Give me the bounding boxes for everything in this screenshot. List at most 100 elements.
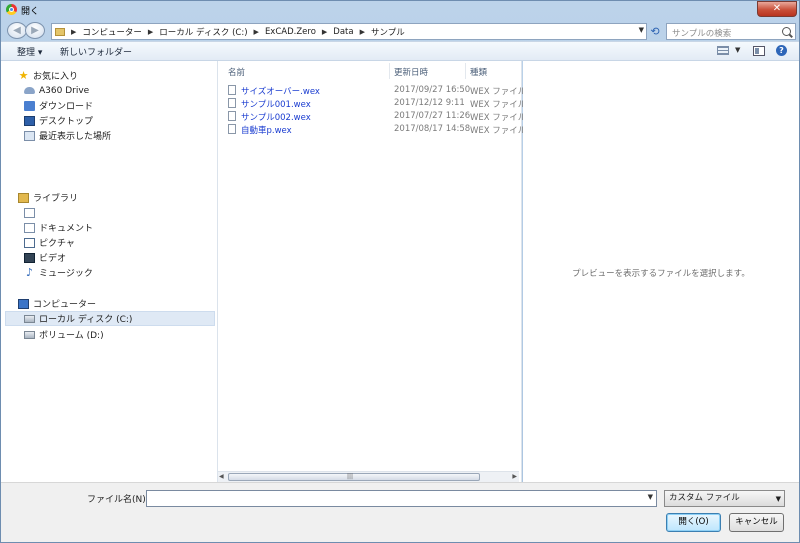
scroll-left-icon[interactable]: ◀ bbox=[219, 473, 224, 480]
refresh-button[interactable]: ⟲ bbox=[648, 23, 662, 40]
recent-places-icon bbox=[24, 130, 35, 141]
new-folder-button[interactable]: 新しいフォルダー bbox=[60, 45, 132, 58]
preview-pane: プレビューを表示するファイルを選択します。 bbox=[523, 61, 799, 482]
chevron-right-icon[interactable]: ▶ bbox=[254, 28, 259, 36]
file-type: WEX ファイル bbox=[470, 126, 527, 136]
sidebar-item-a360-drive[interactable]: A360 Drive bbox=[24, 84, 89, 97]
drive-icon bbox=[24, 330, 35, 339]
search-placeholder: サンプルの検索 bbox=[672, 29, 732, 39]
sidebar-item-volume-d[interactable]: ボリューム (D:) bbox=[24, 328, 104, 341]
file-row[interactable]: サイズオーバー.wex 2017/09/27 16:50 WEX ファイル bbox=[228, 84, 528, 97]
column-divider[interactable] bbox=[465, 63, 466, 79]
sidebar-item-pictures[interactable]: ピクチャ bbox=[24, 236, 75, 249]
sidebar-item-desktop[interactable]: デスクトップ bbox=[24, 114, 93, 127]
view-options-icon[interactable] bbox=[717, 46, 729, 55]
file-icon bbox=[228, 111, 236, 121]
column-header-type[interactable]: 種類 bbox=[470, 66, 487, 78]
horizontal-scrollbar[interactable]: ◀ ||| ▶ bbox=[218, 471, 519, 482]
file-type-value: カスタム ファイル bbox=[669, 493, 740, 503]
libraries-header[interactable]: ライブラリ bbox=[18, 191, 78, 204]
file-name: サンプル001.wex bbox=[241, 100, 311, 110]
sidebar-item-label: ピクチャ bbox=[39, 239, 75, 249]
file-type: WEX ファイル bbox=[470, 100, 527, 110]
computer-label: コンピューター bbox=[33, 300, 97, 310]
column-divider[interactable] bbox=[389, 63, 390, 79]
chevron-right-icon[interactable]: ▶ bbox=[322, 28, 327, 36]
chevron-down-icon[interactable]: ▼ bbox=[735, 46, 740, 54]
help-icon[interactable]: ? bbox=[776, 45, 787, 56]
open-button[interactable]: 開く(O) bbox=[666, 513, 721, 532]
sidebar-item-videos[interactable]: ビデオ bbox=[24, 251, 66, 264]
forward-button[interactable]: ▶ bbox=[25, 22, 45, 39]
breadcrumb-item[interactable]: コンピューター bbox=[82, 26, 142, 38]
picture-icon bbox=[24, 237, 35, 248]
organize-button[interactable]: 整理 ▾ bbox=[17, 45, 42, 58]
chevron-right-icon[interactable]: ▶ bbox=[148, 28, 153, 36]
close-button[interactable]: ✕ bbox=[757, 1, 797, 17]
chevron-down-icon[interactable]: ▼ bbox=[648, 493, 653, 501]
command-toolbar: 整理 ▾ 新しいフォルダー ▼ ? bbox=[1, 41, 799, 61]
sidebar-item-downloads[interactable]: ダウンロード bbox=[24, 99, 93, 112]
forward-arrow-icon: ▶ bbox=[31, 25, 39, 36]
file-name: サイズオーバー.wex bbox=[241, 87, 320, 97]
library-icon bbox=[18, 192, 29, 203]
favorites-label: お気に入り bbox=[33, 72, 79, 82]
sidebar-item-label: 最近表示した場所 bbox=[39, 132, 112, 142]
scrollbar-thumb[interactable]: ||| bbox=[228, 473, 480, 481]
file-type: WEX ファイル bbox=[470, 87, 527, 97]
app-icon bbox=[6, 4, 17, 15]
sidebar-item-label: デスクトップ bbox=[39, 117, 94, 127]
preview-pane-icon[interactable] bbox=[753, 46, 765, 56]
file-date: 2017/08/17 14:58 bbox=[394, 124, 471, 134]
filename-label: ファイル名(N): bbox=[87, 495, 149, 505]
navigation-pane: ★ お気に入り A360 Drive ダウンロード デスクトップ 最近表示した場… bbox=[1, 61, 218, 482]
file-type: WEX ファイル bbox=[470, 113, 527, 123]
sidebar-item-recent-places[interactable]: 最近表示した場所 bbox=[24, 129, 111, 142]
chevron-down-icon: ▼ bbox=[775, 495, 781, 503]
back-button[interactable]: ◀ bbox=[7, 22, 27, 39]
sidebar-item-label: ドキュメント bbox=[39, 224, 94, 234]
file-icon bbox=[228, 98, 236, 108]
sidebar-item-local-disk-c[interactable]: ローカル ディスク (C:) bbox=[24, 312, 132, 325]
music-icon: ♪ bbox=[25, 265, 34, 279]
chevron-right-icon[interactable]: ▶ bbox=[360, 28, 365, 36]
address-bar[interactable]: ▶ コンピューター ▶ ローカル ディスク (C:) ▶ ExCAD.Zero … bbox=[51, 23, 647, 40]
file-name: サンプル002.wex bbox=[241, 113, 311, 123]
breadcrumb-item[interactable]: ローカル ディスク (C:) bbox=[159, 26, 247, 38]
sidebar-item-music[interactable]: ♪ ミュージック bbox=[24, 265, 93, 280]
favorites-header[interactable]: ★ お気に入り bbox=[18, 69, 79, 83]
sidebar-item-label: A360 Drive bbox=[39, 85, 90, 96]
file-row[interactable]: 自動車p.wex 2017/08/17 14:58 WEX ファイル bbox=[228, 123, 528, 136]
computer-header[interactable]: コンピューター bbox=[18, 297, 96, 310]
column-header-name[interactable]: 名前 bbox=[228, 66, 245, 78]
refresh-icon: ⟲ bbox=[650, 25, 660, 38]
video-icon bbox=[24, 252, 35, 263]
file-icon bbox=[228, 124, 236, 134]
file-name: 自動車p.wex bbox=[241, 126, 292, 136]
chevron-right-icon[interactable]: ▶ bbox=[71, 28, 76, 36]
document-icon bbox=[24, 207, 35, 218]
sidebar-item-documents[interactable]: ドキュメント bbox=[24, 221, 93, 234]
file-row[interactable]: サンプル001.wex 2017/12/12 9:11 WEX ファイル bbox=[228, 97, 528, 110]
breadcrumb-item[interactable]: サンプル bbox=[371, 26, 405, 38]
download-icon bbox=[24, 100, 35, 111]
column-header-date[interactable]: 更新日時 bbox=[394, 66, 428, 78]
document-icon bbox=[24, 222, 35, 233]
scroll-right-icon[interactable]: ▶ bbox=[512, 473, 517, 480]
cancel-button[interactable]: キャンセル bbox=[729, 513, 784, 532]
file-date: 2017/09/27 16:50 bbox=[394, 85, 471, 95]
file-row[interactable]: サンプル002.wex 2017/07/27 11:26 WEX ファイル bbox=[228, 110, 528, 123]
title-bar: 開く ✕ bbox=[1, 1, 799, 19]
filename-input[interactable]: ▼ bbox=[146, 490, 657, 507]
computer-icon bbox=[18, 298, 29, 309]
breadcrumb-item[interactable]: ExCAD.Zero bbox=[265, 27, 316, 37]
breadcrumb-item[interactable]: Data bbox=[333, 27, 353, 37]
sidebar-item-label: ミュージック bbox=[39, 269, 93, 279]
search-box[interactable]: サンプルの検索 bbox=[666, 23, 796, 40]
grip-icon: ||| bbox=[347, 473, 354, 480]
cloud-icon bbox=[24, 87, 35, 94]
file-type-select[interactable]: カスタム ファイル ▼ bbox=[664, 490, 785, 507]
chevron-down-icon[interactable]: ▼ bbox=[639, 26, 644, 34]
sidebar-item-library[interactable] bbox=[24, 206, 39, 219]
sidebar-item-label: ビデオ bbox=[39, 254, 67, 264]
